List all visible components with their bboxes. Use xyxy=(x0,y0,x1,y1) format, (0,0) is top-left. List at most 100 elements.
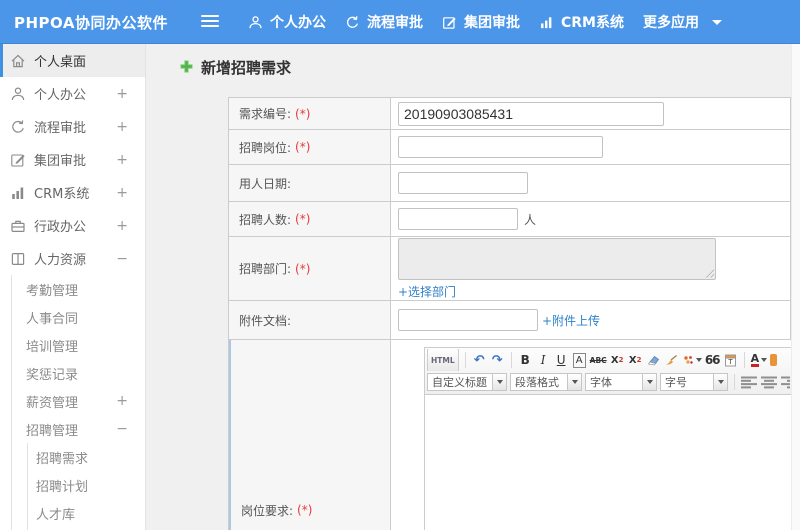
redo-icon[interactable]: ↷ xyxy=(490,351,505,369)
collapse-icon[interactable]: − xyxy=(116,421,128,437)
eraser-icon[interactable] xyxy=(646,351,661,369)
bar-chart-icon xyxy=(10,185,26,201)
request-no-input[interactable] xyxy=(398,101,664,126)
sidebar-item-workflow-approval[interactable]: 流程审批 + xyxy=(0,110,145,143)
blockquote-button[interactable]: 66 xyxy=(705,351,721,369)
caret-down-icon xyxy=(761,358,768,362)
expand-icon[interactable]: + xyxy=(116,86,128,102)
page-title: 新增招聘需求 xyxy=(146,44,800,78)
sidebar-item-training-management[interactable]: 培训管理 xyxy=(0,331,145,359)
sidebar-item-group-approval[interactable]: 集团审批 + xyxy=(0,143,145,176)
caret-down-icon xyxy=(712,19,722,25)
sidebar-item-personal-desktop[interactable]: 个人桌面 xyxy=(0,44,145,77)
paste-icon[interactable]: T xyxy=(723,351,738,369)
recruit-department-textarea[interactable] xyxy=(398,237,716,280)
headcount-input[interactable] xyxy=(398,208,518,230)
user-icon xyxy=(248,15,263,30)
headcount-unit: 人 xyxy=(524,212,537,227)
sidebar-item-crm-system[interactable]: CRM系统 + xyxy=(0,176,145,209)
sidebar-item-salary-management[interactable]: 薪资管理 + xyxy=(0,387,145,415)
expand-icon[interactable]: + xyxy=(116,393,128,409)
font-border-button[interactable]: A xyxy=(572,351,587,369)
sidebar-item-recruitment-request[interactable]: 招聘需求 xyxy=(0,443,145,471)
sidebar-item-talent-pool[interactable]: 人才库 xyxy=(0,499,145,527)
font-family-select[interactable]: 字体 xyxy=(585,373,657,391)
editor-toolbar: HTML ↶ ↷ B I U A ABC X2 X2 66 T A 自定义标题 … xyxy=(425,348,792,395)
topnav-group-approval[interactable]: 集团审批 xyxy=(442,12,520,32)
required-mark: (*) xyxy=(295,212,311,226)
recruit-position-input[interactable] xyxy=(398,136,603,158)
sidebar-item-human-resources[interactable]: 人力资源 − xyxy=(0,242,145,275)
strikethrough-button[interactable]: ABC xyxy=(590,351,607,369)
recruitment-request-form: 需求编号:(*) 招聘岗位:(*) 用人日期: xyxy=(228,97,793,530)
select-department-link[interactable]: +选择部门 xyxy=(398,283,456,300)
hire-date-input[interactable] xyxy=(398,172,528,194)
paragraph-format-select[interactable]: 段落格式 xyxy=(510,373,582,391)
editor-content-area[interactable] xyxy=(425,395,792,530)
font-size-select[interactable]: 字号 xyxy=(660,373,728,391)
sidebar-item-recruitment-management[interactable]: 招聘管理 − xyxy=(0,415,145,443)
attachment-input[interactable] xyxy=(398,309,538,331)
sidebar-item-reward-punishment-records[interactable]: 奖惩记录 xyxy=(0,359,145,387)
underline-button[interactable]: U xyxy=(554,351,569,369)
font-color-button[interactable]: A xyxy=(750,351,768,369)
field-label-recruit-department: 招聘部门: (*) xyxy=(229,237,391,300)
expand-icon[interactable]: + xyxy=(116,185,128,201)
edit-icon xyxy=(10,152,26,168)
briefcase-icon xyxy=(10,218,26,234)
required-mark: (*) xyxy=(295,261,311,276)
sidebar-item-personal-office[interactable]: 个人办公 + xyxy=(0,77,145,110)
main-content: 新增招聘需求 需求编号:(*) 招聘岗位:(*) 用人日期: xyxy=(146,44,800,530)
collapse-icon[interactable]: − xyxy=(116,251,128,267)
field-label-recruit-position: 招聘岗位: (*) xyxy=(229,130,391,164)
caret-down-icon xyxy=(695,358,702,362)
process-icon xyxy=(10,119,26,135)
required-mark: (*) xyxy=(295,106,311,121)
edit-icon xyxy=(442,15,457,30)
svg-text:T: T xyxy=(727,358,733,366)
subscript-button[interactable]: X2 xyxy=(628,351,643,369)
required-mark: (*) xyxy=(295,140,311,154)
align-center-icon[interactable] xyxy=(761,373,778,391)
align-left-icon[interactable] xyxy=(741,373,758,391)
top-navigation: 个人办公 流程审批 集团审批 CRM系统 更多应用 xyxy=(248,0,722,44)
clipped-toolbar-icon[interactable] xyxy=(770,354,778,366)
add-icon xyxy=(180,58,193,77)
field-label-attachment: 附件文档: xyxy=(229,301,391,339)
process-icon xyxy=(345,15,360,30)
superscript-button[interactable]: X2 xyxy=(610,351,625,369)
topnav-crm-system[interactable]: CRM系统 xyxy=(539,12,624,32)
expand-icon[interactable]: + xyxy=(116,119,128,135)
vertical-scrollbar[interactable] xyxy=(791,44,800,530)
sidebar-item-admin-office[interactable]: 行政办公 + xyxy=(0,209,145,242)
sidebar-item-recruitment-plan[interactable]: 招聘计划 xyxy=(0,471,145,499)
color-splash-icon[interactable] xyxy=(682,351,702,369)
bar-chart-icon xyxy=(539,15,554,30)
sidebar: 个人桌面 个人办公 + 流程审批 + 集团审批 + CRM系统 + 行政办公 +… xyxy=(0,44,146,530)
sidebar-item-attendance-management[interactable]: 考勤管理 xyxy=(0,275,145,303)
hamburger-menu-icon[interactable] xyxy=(201,15,219,29)
page-title-text: 新增招聘需求 xyxy=(201,59,292,77)
indent-guide xyxy=(11,275,12,530)
topbar: PHPOA协同办公软件 个人办公 流程审批 集团审批 CRM系统 更多应用 xyxy=(0,0,800,44)
align-right-icon[interactable] xyxy=(781,373,790,391)
topnav-more-apps[interactable]: 更多应用 xyxy=(643,12,722,32)
format-brush-icon[interactable] xyxy=(664,351,679,369)
attachment-upload-link[interactable]: +附件上传 xyxy=(542,312,600,329)
html-source-button[interactable]: HTML xyxy=(427,349,459,371)
sidebar-item-personnel-contract[interactable]: 人事合同 xyxy=(0,303,145,331)
custom-title-select[interactable]: 自定义标题 xyxy=(427,373,507,391)
bold-button[interactable]: B xyxy=(518,351,533,369)
topnav-workflow-approval[interactable]: 流程审批 xyxy=(345,12,423,32)
app-title: PHPOA协同办公软件 xyxy=(14,13,168,32)
expand-icon[interactable]: + xyxy=(116,152,128,168)
user-icon xyxy=(10,86,26,102)
resize-handle[interactable] xyxy=(705,268,714,278)
italic-button[interactable]: I xyxy=(536,351,551,369)
field-label-request-no: 需求编号: (*) xyxy=(229,98,391,129)
expand-icon[interactable]: + xyxy=(116,218,128,234)
undo-icon[interactable]: ↶ xyxy=(472,351,487,369)
book-icon xyxy=(10,251,26,267)
caret-down-icon xyxy=(714,373,728,391)
topnav-personal-office[interactable]: 个人办公 xyxy=(248,12,326,32)
